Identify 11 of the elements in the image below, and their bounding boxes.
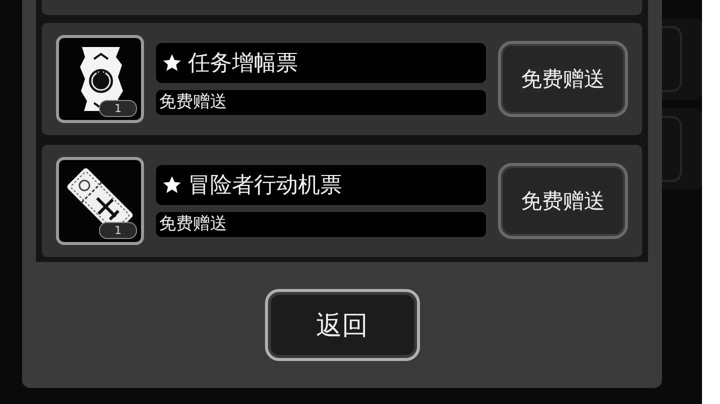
item-name: 任务增幅票 [188,50,298,78]
star-icon [162,175,182,195]
gift-button[interactable]: 免费赠送 [498,41,628,117]
item-subtitle: 免费赠送 [156,212,486,237]
item-subtitle: 免费赠送 [156,90,486,115]
back-button[interactable]: 返回 [264,289,420,361]
item-count: 1 [99,100,137,117]
item-name: 冒险者行动机票 [188,172,342,200]
star-icon [162,53,182,73]
item-count: 1 [99,222,137,239]
gift-button[interactable]: 免费赠送 [498,163,628,239]
